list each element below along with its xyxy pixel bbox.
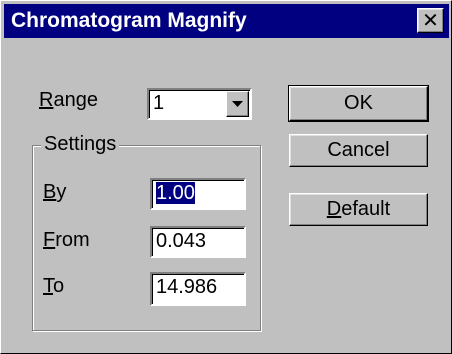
to-value: 14.986 [156,276,218,298]
range-label-mnemonic: R [39,89,54,111]
range-label-rest: ange [53,89,98,111]
range-dropdown-button[interactable] [226,91,249,117]
by-label-rest: y [56,181,67,203]
dialog-title: Chromatogram Magnify [11,9,247,32]
to-field[interactable]: 14.986 [150,272,246,306]
by-label: By [43,181,66,204]
to-label-mnemonic: T [43,275,53,297]
close-icon[interactable]: ✕ [417,8,444,33]
by-value: 1.00 [156,182,195,204]
to-label-rest: o [53,275,65,297]
from-label-rest: rom [55,229,90,251]
default-button-mnemonic: D [326,198,342,220]
by-field[interactable]: 1.00 [150,178,246,210]
default-button[interactable]: Default [289,193,428,226]
cancel-button[interactable]: Cancel [289,134,428,167]
chevron-down-icon [232,101,243,107]
title-bar[interactable]: Chromatogram Magnify ✕ [4,4,449,38]
range-value: 1 [153,92,165,114]
dialog-window: Chromatogram Magnify ✕ Range 1 Settings … [0,0,452,354]
from-label: From [43,229,90,252]
by-label-mnemonic: B [43,181,57,203]
to-label: To [43,275,64,298]
from-field[interactable]: 0.043 [150,226,246,258]
ok-button[interactable]: OK [288,85,429,122]
default-button-rest: efault [341,198,391,220]
from-value: 0.043 [156,230,207,252]
from-label-mnemonic: F [43,229,56,251]
range-combobox[interactable]: 1 [147,88,252,120]
settings-group-label: Settings [41,133,120,156]
range-label: Range [39,89,98,112]
